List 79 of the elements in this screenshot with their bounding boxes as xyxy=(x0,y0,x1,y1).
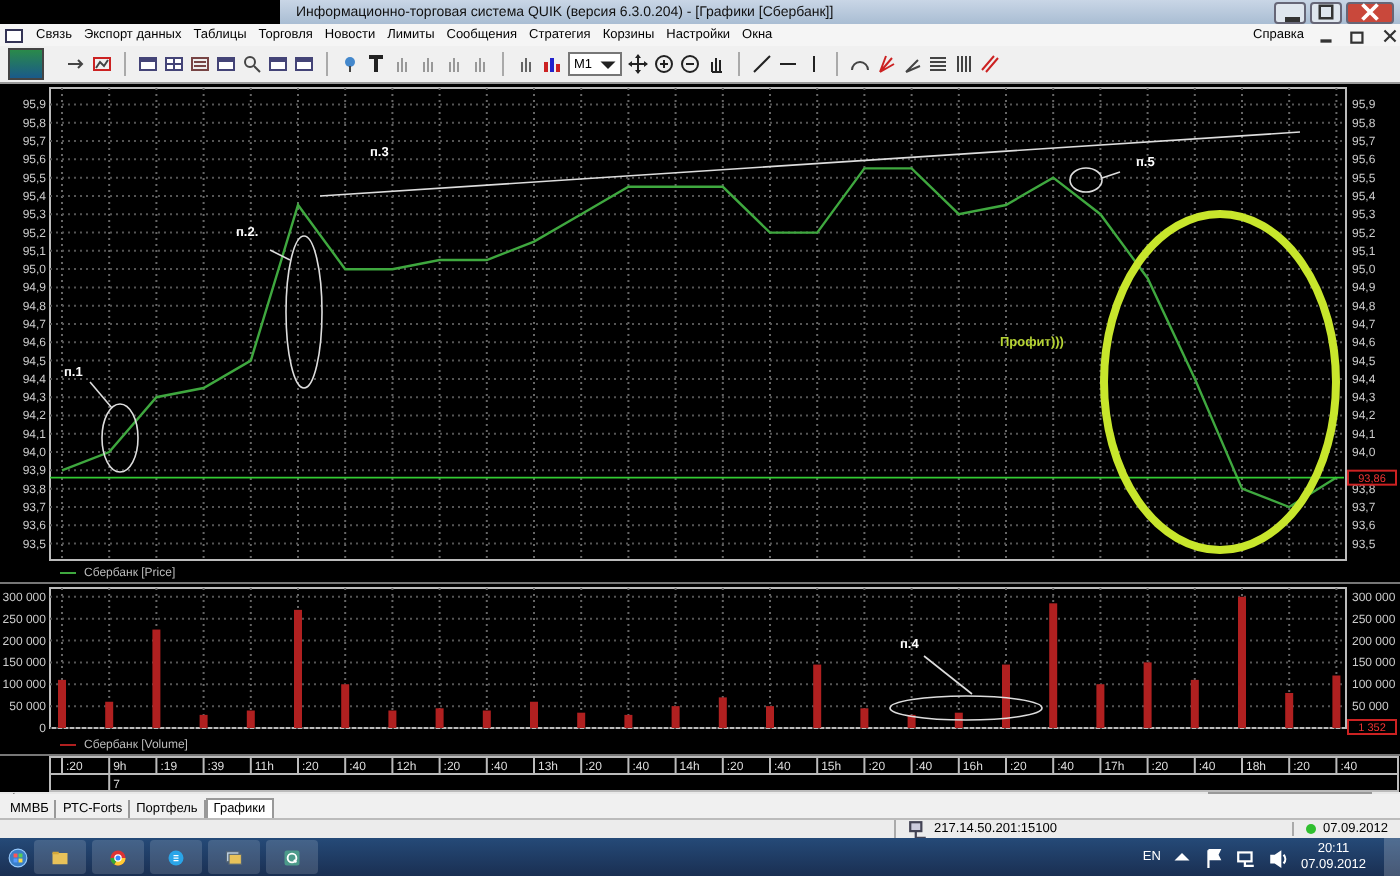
volume-bar xyxy=(954,712,963,728)
close-button[interactable] xyxy=(1346,1,1394,23)
tray-arrow-icon[interactable] xyxy=(1172,847,1193,867)
close-icon[interactable] xyxy=(1380,25,1400,45)
volume-bar xyxy=(1238,596,1246,728)
terminal-app-icon xyxy=(282,847,302,867)
start-button-icon[interactable] xyxy=(8,847,28,867)
folder-icon xyxy=(50,847,70,867)
volume-bar xyxy=(1332,675,1341,728)
volume-bar xyxy=(1143,662,1152,728)
volume-bar xyxy=(907,714,916,728)
vertical-lines-icon[interactable] xyxy=(954,54,975,74)
taskbar-app[interactable] xyxy=(150,840,202,874)
volume-bar xyxy=(1285,693,1294,728)
zoom-in-icon[interactable] xyxy=(654,54,675,74)
window-stack-icon xyxy=(224,847,244,867)
chart-window-icon[interactable] xyxy=(92,54,112,74)
zoom-out-icon[interactable] xyxy=(680,54,701,74)
volume-bar xyxy=(766,706,774,728)
fan-icon[interactable] xyxy=(876,54,897,74)
volume-bar xyxy=(482,710,491,728)
ellipse-outline xyxy=(101,403,139,473)
browser-icon xyxy=(108,847,128,867)
network-icon[interactable] xyxy=(908,819,928,839)
window-icon[interactable] xyxy=(294,54,314,74)
maximize-icon[interactable] xyxy=(1316,2,1336,22)
fan-icon[interactable] xyxy=(902,54,923,74)
volume-bar xyxy=(671,706,680,728)
bar-chart-icon[interactable] xyxy=(542,54,562,74)
minimize-button[interactable] xyxy=(1274,1,1306,23)
volume-bar xyxy=(577,712,586,728)
list-icon[interactable] xyxy=(190,54,210,74)
volume-bar xyxy=(718,697,727,728)
volume-bar xyxy=(435,708,444,728)
volume-bar xyxy=(813,664,822,728)
search-icon[interactable] xyxy=(242,54,262,74)
volume-bar xyxy=(1049,603,1058,728)
speaker-icon[interactable] xyxy=(1268,847,1289,867)
volume-bar xyxy=(530,701,538,728)
maximize-button[interactable] xyxy=(1310,1,1342,23)
pin-icon[interactable] xyxy=(340,54,360,74)
volume-bar xyxy=(1096,684,1105,728)
arrow-icon[interactable] xyxy=(66,54,86,74)
leader-line xyxy=(269,249,291,261)
volume-bar xyxy=(294,609,302,728)
volume-bar xyxy=(58,679,66,728)
taskbar-app[interactable] xyxy=(34,840,86,874)
connection-status-icon xyxy=(1306,824,1317,834)
taskbar-app[interactable] xyxy=(266,840,318,874)
taskbar-app[interactable] xyxy=(208,840,260,874)
diagonal-line-icon[interactable] xyxy=(752,54,773,74)
leader-line xyxy=(89,381,113,409)
taskbar-app[interactable] xyxy=(92,840,144,874)
window-icon[interactable] xyxy=(138,54,158,74)
volume-bar xyxy=(105,701,114,728)
volume-bar xyxy=(152,629,161,728)
parallel-lines-icon[interactable] xyxy=(980,54,1001,74)
ellipse-outline xyxy=(1069,167,1103,193)
volume-bar xyxy=(199,714,208,728)
text-tool-icon[interactable] xyxy=(366,54,386,74)
volume-bar xyxy=(341,684,350,728)
window-icon[interactable] xyxy=(216,54,236,74)
horizontal-lines-icon[interactable] xyxy=(928,54,949,74)
chat-app-icon xyxy=(166,847,186,867)
volume-bar xyxy=(388,710,397,728)
app-menu-icon[interactable] xyxy=(4,25,24,45)
volume-bar xyxy=(1190,679,1199,728)
move-icon[interactable] xyxy=(628,54,649,74)
volume-bar xyxy=(860,708,869,728)
leader-line xyxy=(923,655,973,695)
window-icon[interactable] xyxy=(268,54,288,74)
leader-line xyxy=(1101,171,1121,179)
network-icon[interactable] xyxy=(1236,847,1257,867)
volume-bar xyxy=(1002,664,1010,728)
table-icon[interactable] xyxy=(164,54,184,74)
chart-thumbnail[interactable] xyxy=(8,48,44,80)
volume-bar xyxy=(246,710,255,728)
flag-icon[interactable] xyxy=(1204,847,1225,867)
volume-bar xyxy=(624,714,633,728)
